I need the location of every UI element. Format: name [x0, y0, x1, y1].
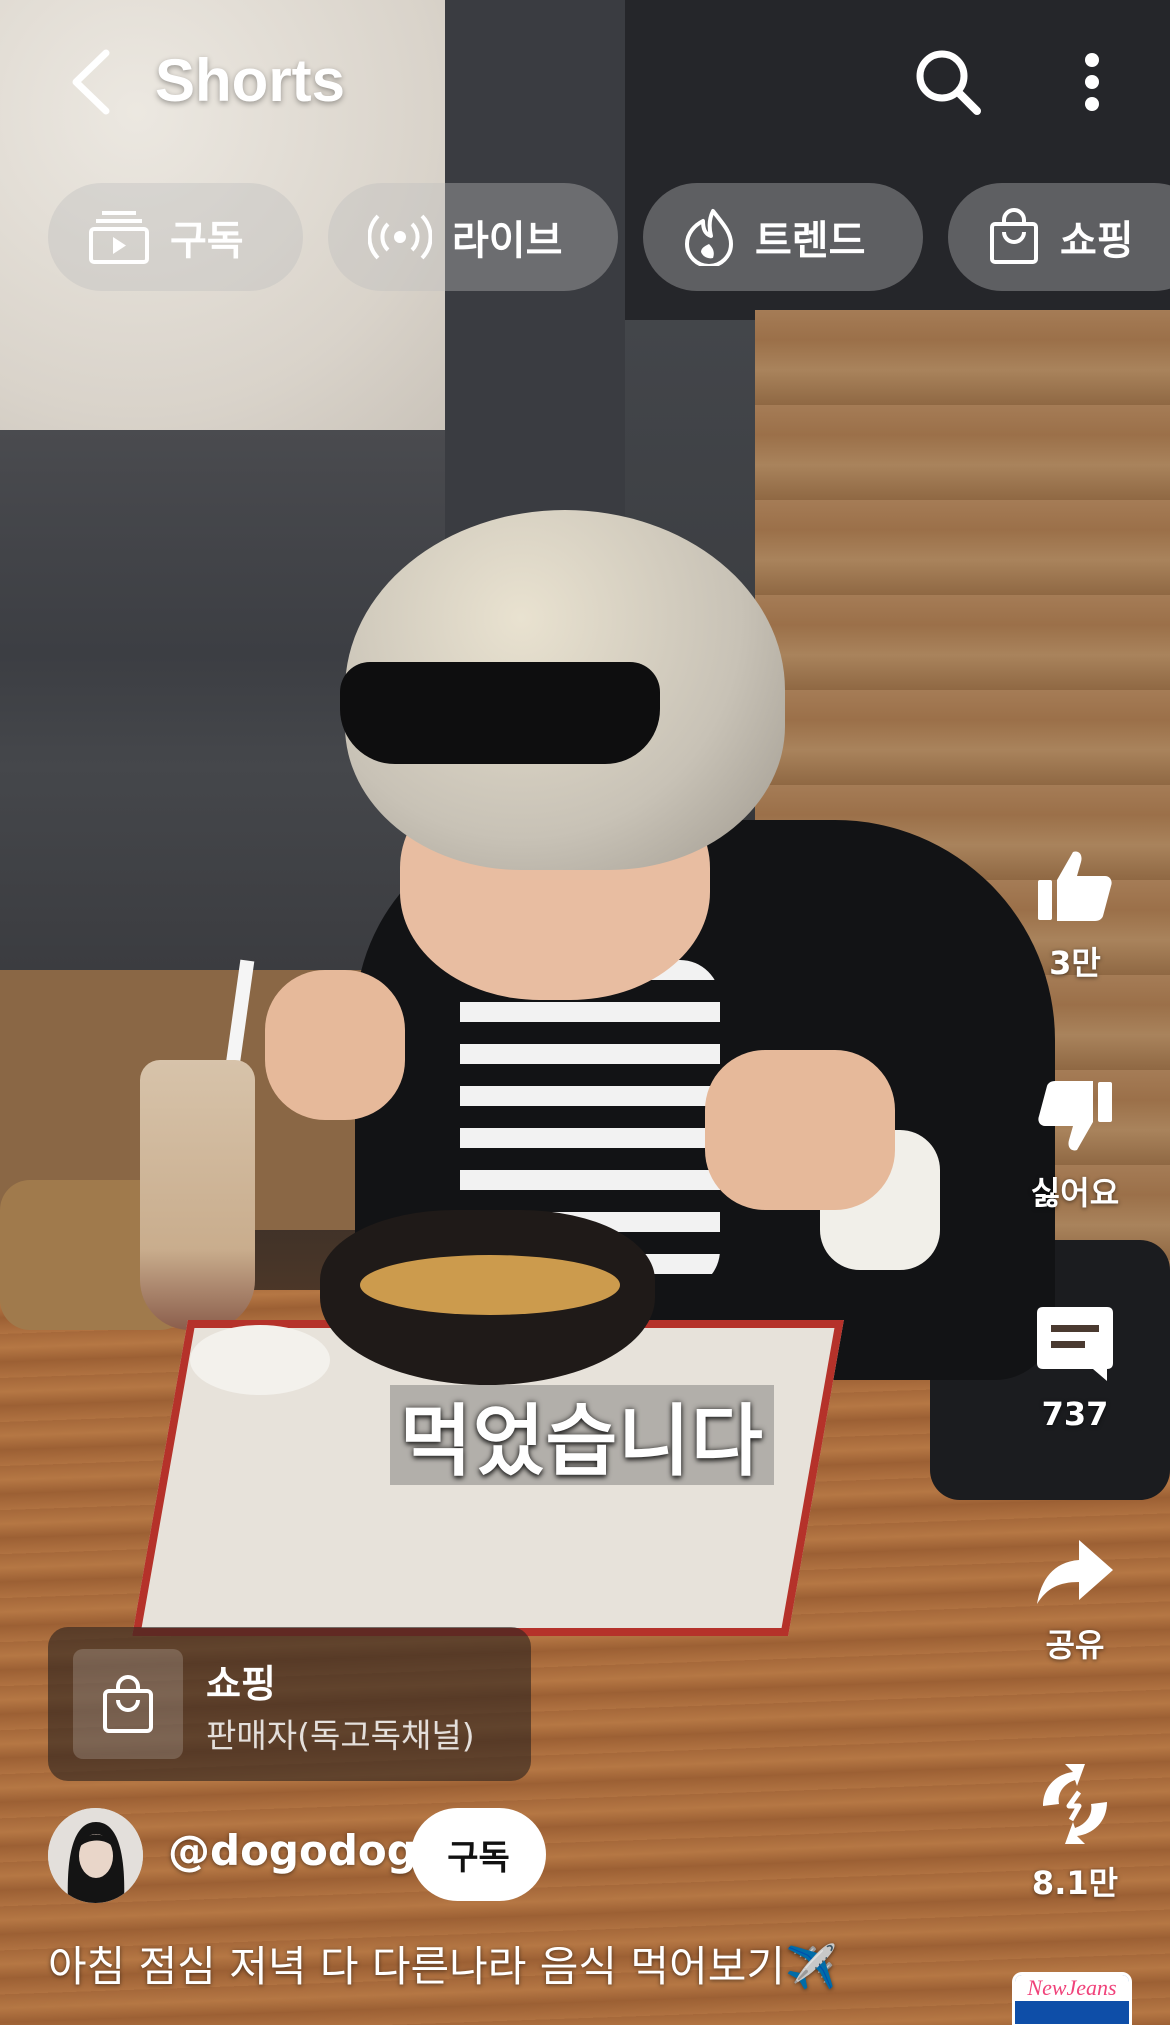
back-button[interactable]: [55, 42, 125, 122]
channel-row: @dogodog 구독: [48, 1808, 748, 1904]
share-button[interactable]: 공유: [1010, 1538, 1140, 1666]
subscribe-button[interactable]: 구독: [411, 1808, 546, 1901]
comments-button[interactable]: 737: [1010, 1303, 1140, 1433]
chip-label: 트렌드: [755, 218, 866, 264]
remix-icon: [1043, 1764, 1107, 1844]
shopping-bag-icon: [990, 208, 1038, 264]
page-title: Shorts: [155, 47, 346, 114]
shopping-thumbnail: [73, 1649, 183, 1759]
music-thumb-text: NewJeans: [1015, 1975, 1129, 2001]
chip-trending[interactable]: 트렌드: [643, 183, 923, 291]
share-label: 공유: [1045, 1626, 1105, 1664]
person-hand-right: [705, 1050, 895, 1210]
search-icon: [916, 50, 981, 115]
bg-side-dish: [190, 1325, 330, 1395]
channel-handle[interactable]: @dogodog: [168, 1826, 417, 1875]
chip-subscriptions[interactable]: 구독: [48, 183, 303, 291]
comment-icon: [1037, 1307, 1113, 1381]
thumbs-up-icon: [1038, 851, 1112, 921]
person-hand-left: [265, 970, 405, 1120]
chevron-left-icon: [72, 49, 110, 115]
comment-count: 737: [1041, 1395, 1109, 1433]
person-sunglasses: [340, 662, 660, 764]
dislike-label: 싫어요: [1030, 1174, 1120, 1212]
subscriptions-icon: [89, 211, 149, 264]
shopping-seller: 판매자(독고독채널): [206, 1716, 475, 1755]
bg-bubble-tea: [140, 1060, 255, 1330]
channel-avatar[interactable]: [48, 1808, 143, 1903]
search-button[interactable]: [908, 42, 988, 122]
bg-noodles: [360, 1255, 620, 1315]
shopping-bag-icon: [103, 1675, 153, 1733]
video-description[interactable]: 아침 점심 저녁 다 다른나라 음식 먹어보기✈️: [48, 1933, 837, 1994]
chip-shopping[interactable]: 쇼핑: [948, 183, 1170, 291]
live-broadcast-icon: [368, 214, 432, 260]
trending-flame-icon: [685, 209, 733, 266]
top-bar: Shorts: [0, 0, 1170, 170]
share-arrow-icon: [1037, 1540, 1113, 1604]
avatar-portrait: [48, 1808, 143, 1903]
more-vertical-icon: [1085, 53, 1099, 111]
chip-live[interactable]: 라이브: [328, 183, 618, 291]
remix-count: 8.1만: [1031, 1864, 1119, 1902]
like-count: 3만: [1049, 944, 1101, 982]
dislike-button[interactable]: 싫어요: [1010, 1076, 1140, 1214]
chip-label: 구독: [170, 218, 244, 264]
shopping-title: 쇼핑: [206, 1662, 276, 1706]
category-chips: 구독 라이브 트렌드 쇼핑: [48, 183, 1170, 293]
more-options-button[interactable]: [1052, 42, 1132, 122]
shorts-player[interactable]: Shorts 구독 라이브 트렌드 쇼핑 먹었습니다 3만 싫어요 737 공유…: [0, 0, 1170, 2025]
like-button[interactable]: 3만: [1010, 846, 1140, 984]
shopping-card[interactable]: 쇼핑 판매자(독고독채널): [48, 1627, 531, 1781]
chip-label: 쇼핑: [1060, 218, 1134, 264]
remix-button[interactable]: 8.1만: [1010, 1762, 1140, 1904]
video-caption: 먹었습니다: [390, 1385, 774, 1487]
music-thumbnail[interactable]: NewJeans: [1012, 1972, 1132, 2025]
thumbs-down-icon: [1038, 1081, 1112, 1151]
chip-label: 라이브: [452, 218, 563, 264]
